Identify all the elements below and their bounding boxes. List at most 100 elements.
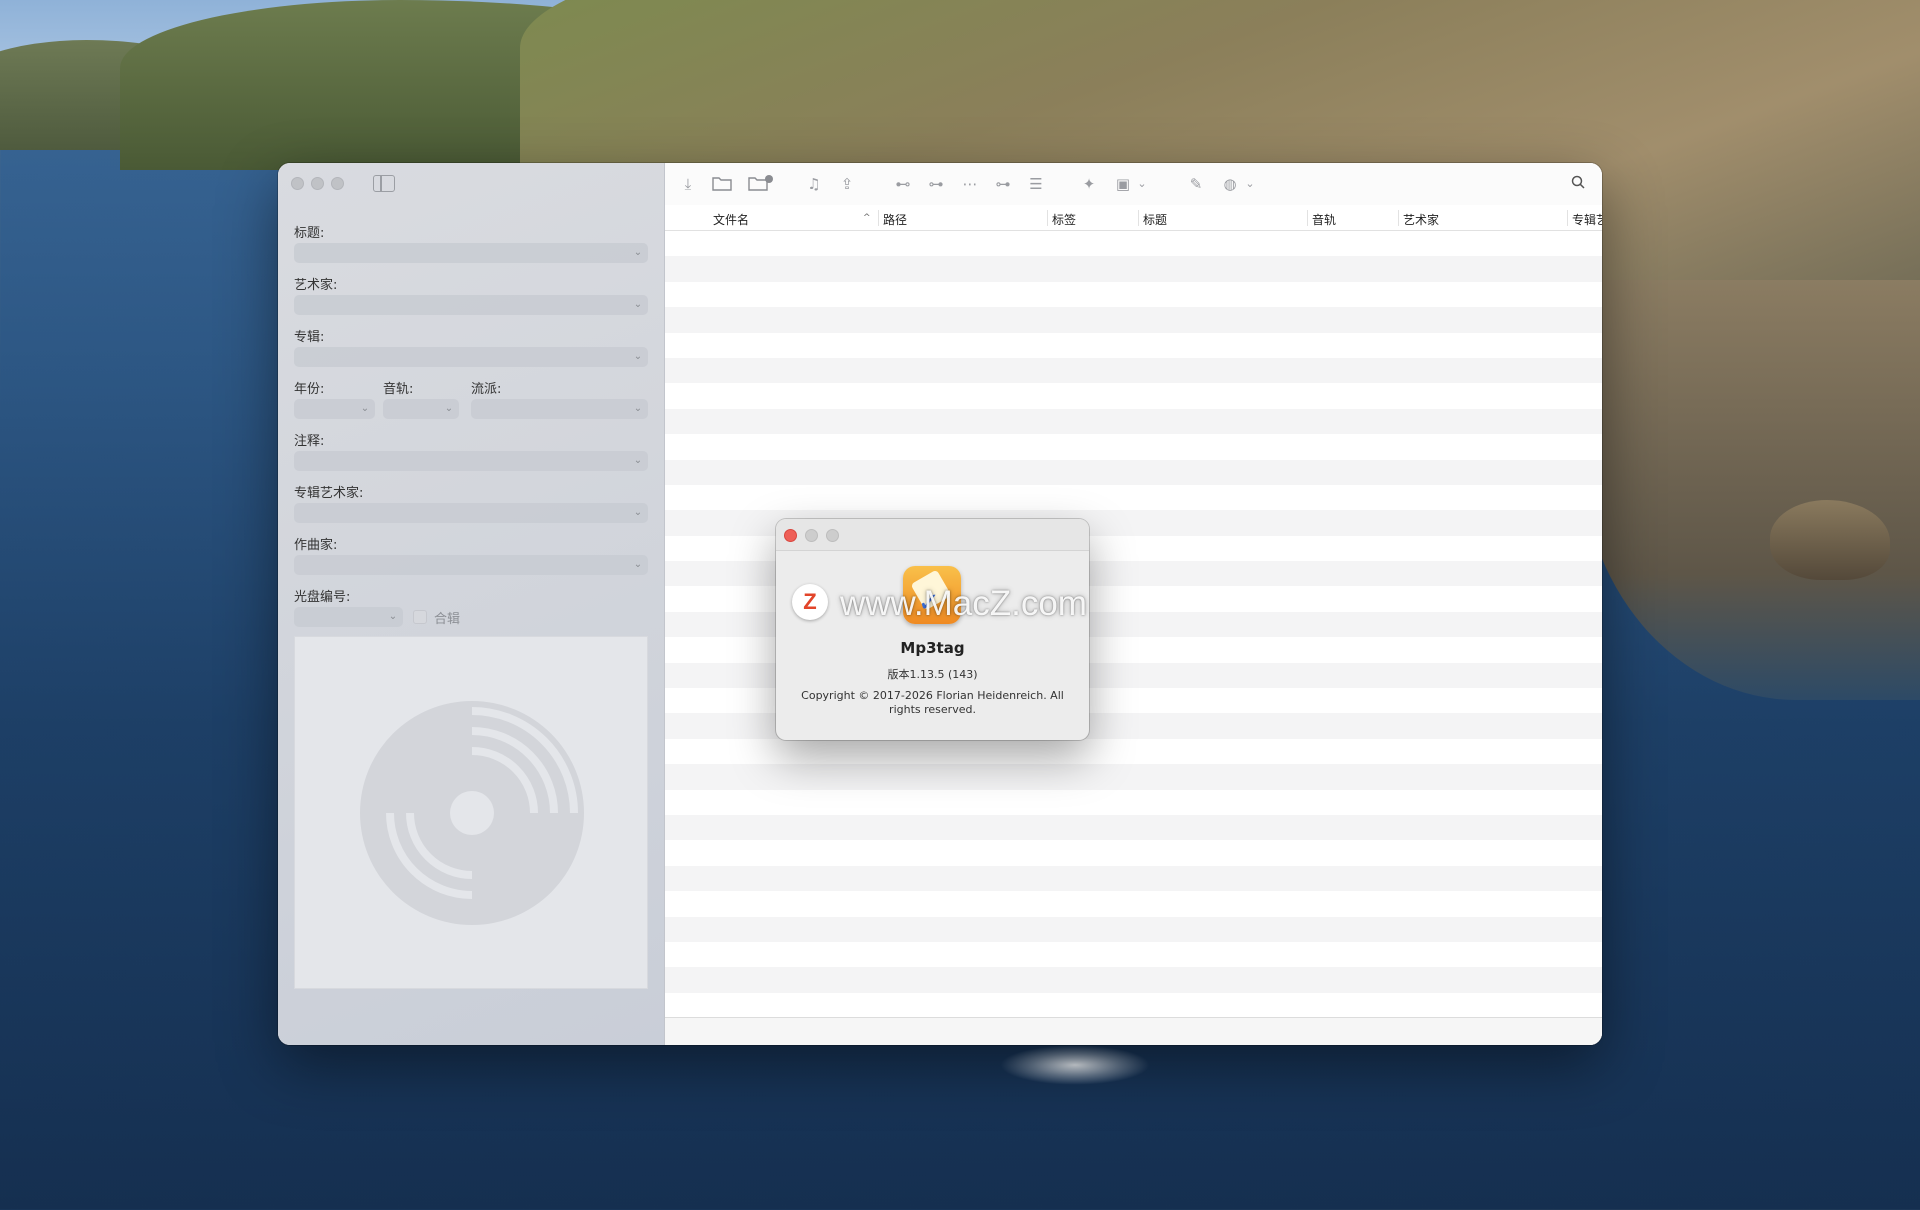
toolbar: ⤓ ♫ ⇪ ⊷ ⊶ ⋯ ⊶ ☰ ✦ ▣ ⌄ ✎ ◍ ⌄ [665,163,1602,205]
empty-row [665,840,1602,865]
column-header-row: 文件名 ^ 路径 标签 标题 音轨 艺术家 专辑艺 [665,205,1602,231]
empty-row [665,307,1602,333]
composer-label: 作曲家: [294,538,338,553]
chevron-down-icon[interactable]: ⌄ [1243,175,1257,193]
genre-label: 流派: [471,382,502,397]
empty-row [665,865,1602,892]
watermark-logo: Z [792,584,828,620]
window-close-button[interactable] [291,177,304,190]
edit-icon[interactable]: ✎ [1185,175,1207,193]
empty-row [665,459,1602,485]
sidebar-titlebar [278,163,665,203]
empty-row [665,383,1602,408]
column-header-album[interactable]: 专辑艺 [1572,211,1602,228]
chevron-down-icon[interactable]: ⌄ [630,505,646,521]
share-icon[interactable]: ⇪ [836,175,858,193]
about-titlebar [776,519,1089,551]
title-label: 标题: [294,226,325,241]
playlist-icon[interactable]: ♫ [803,175,825,193]
actions-box-icon[interactable]: ▣ [1112,175,1134,193]
chevron-down-icon[interactable]: ⌄ [630,453,646,469]
chevron-down-icon[interactable]: ⌄ [630,245,646,261]
track-field[interactable]: ⌄ [383,399,459,419]
tag-to-filename-icon[interactable]: ⊷ [890,175,916,193]
empty-row [665,739,1602,764]
column-separator[interactable] [1398,210,1399,226]
column-separator[interactable] [1567,210,1568,226]
composer-field[interactable]: ⌄ [294,555,648,575]
comment-field[interactable]: ⌄ [294,451,648,471]
disc-number-field[interactable]: ⌄ [294,607,403,627]
numbering-icon[interactable]: ☰ [1025,175,1047,193]
column-header-title[interactable]: 标题 [1143,211,1167,228]
dialog-minimize-button [805,529,818,542]
empty-row [665,942,1602,967]
tag-editor-sidebar: 标题: ⌄ 艺术家: ⌄ 专辑: ⌄ 年份: 音轨: 流派: ⌄ ⌄ ⌄ 注释:… [278,163,665,1045]
column-separator[interactable] [1307,210,1308,226]
chevron-down-icon[interactable]: ⌄ [630,297,646,313]
title-field[interactable]: ⌄ [294,243,648,263]
column-header-path[interactable]: 路径 [883,211,907,228]
chevron-down-icon[interactable]: ⌄ [630,349,646,365]
web-sources-globe-icon[interactable]: ◍ [1219,175,1241,193]
window-zoom-button[interactable] [331,177,344,190]
empty-row [665,993,1602,1018]
album-field[interactable]: ⌄ [294,347,648,367]
chevron-down-icon[interactable]: ⌄ [385,609,401,625]
disc-number-label: 光盘编号: [294,590,351,605]
year-label: 年份: [294,382,325,397]
empty-row [665,282,1602,307]
wallpaper-foam [1000,1045,1150,1085]
filename-to-tag-icon[interactable]: ⊶ [923,175,949,193]
album-artist-field[interactable]: ⌄ [294,503,648,523]
dialog-zoom-button [826,529,839,542]
empty-row [665,408,1602,435]
album-artwork-placeholder[interactable] [294,636,648,989]
watermark-text: www.MacZ.com [840,584,1087,623]
column-header-tag[interactable]: 标签 [1052,211,1076,228]
chevron-down-icon[interactable]: ⌄ [357,401,373,417]
empty-row [665,333,1602,358]
chevron-down-icon[interactable]: ⌄ [441,401,457,417]
window-minimize-button[interactable] [311,177,324,190]
dialog-close-button[interactable] [784,529,797,542]
text-file-to-tag-icon[interactable]: ⊶ [990,175,1016,193]
year-field[interactable]: ⌄ [294,399,375,419]
empty-row [665,231,1602,256]
actions-wand-icon[interactable]: ✦ [1078,175,1100,193]
empty-row [665,256,1602,282]
chevron-down-icon[interactable]: ⌄ [630,557,646,573]
save-tag-icon[interactable]: ⤓ [677,175,699,193]
column-header-filename[interactable]: 文件名 [713,211,749,228]
empty-row [665,967,1602,993]
empty-row [665,814,1602,841]
empty-row [665,357,1602,384]
status-bar [665,1017,1602,1045]
about-copyright: Copyright © 2017-2026 Florian Heidenreic… [801,689,1064,716]
about-version: 版本1.13.5 (143) [887,668,978,681]
empty-row [665,485,1602,510]
column-header-track[interactable]: 音轨 [1312,211,1336,228]
genre-field[interactable]: ⌄ [471,399,648,419]
about-dialog: ✓ Mp3tag 版本1.13.5 (143) Copyright © 2017… [776,519,1089,740]
empty-row [665,891,1602,916]
column-separator[interactable] [1047,210,1048,226]
empty-row [665,764,1602,790]
disc-icon [360,701,584,925]
track-label: 音轨: [383,382,414,397]
column-separator[interactable] [1138,210,1139,226]
column-header-artist[interactable]: 艺术家 [1403,211,1439,228]
sidebar-toggle-icon[interactable] [373,175,395,192]
empty-row [665,434,1602,459]
empty-row [665,916,1602,942]
search-icon[interactable] [1567,175,1589,193]
empty-row [665,790,1602,815]
column-separator[interactable] [878,210,879,226]
artist-field[interactable]: ⌄ [294,295,648,315]
chevron-down-icon[interactable]: ⌄ [1135,175,1149,193]
add-folder-icon[interactable] [747,175,775,193]
compilation-checkbox[interactable] [413,610,427,624]
open-folder-icon[interactable] [711,175,733,193]
tag-to-tag-icon[interactable]: ⋯ [957,175,983,193]
chevron-down-icon[interactable]: ⌄ [630,401,646,417]
